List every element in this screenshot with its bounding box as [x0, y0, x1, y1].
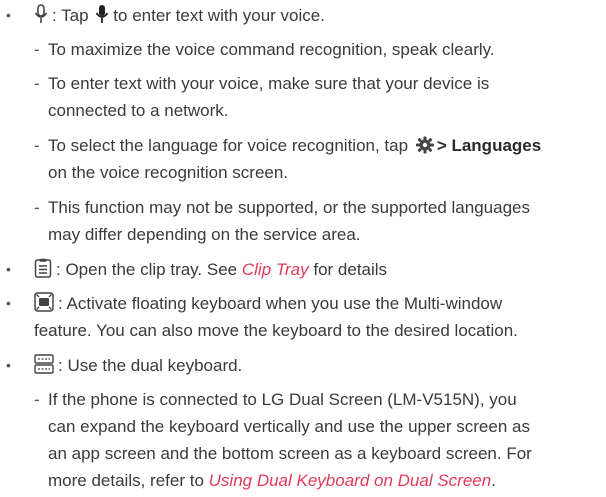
voice-item-prefix: : Tap	[52, 6, 89, 25]
subitem-line: If the phone is connected to LG Dual Scr…	[48, 390, 517, 409]
floating-keyboard-line: : Activate floating keyboard when you us…	[58, 294, 503, 313]
subitem-line: This function may not be supported, or t…	[48, 198, 530, 217]
languages-label: > Languages	[436, 136, 542, 155]
dash: -	[34, 390, 40, 409]
subitem-line: connected to a network.	[48, 101, 229, 120]
clip-tray-prefix: : Open the clip tray. See	[56, 260, 238, 279]
voice-item-suffix: to enter text with your voice.	[113, 6, 325, 25]
subitem-line: more details, refer to Using Dual Keyboa…	[48, 467, 604, 494]
subitem-text: more details, refer to	[48, 471, 204, 490]
gear-icon	[415, 136, 435, 154]
bullet: •	[6, 261, 11, 277]
clipboard-icon	[34, 258, 52, 278]
dash: -	[34, 136, 40, 155]
floating-keyboard-icon	[34, 292, 54, 312]
subitem-line: To maximize the voice command recognitio…	[48, 40, 495, 59]
subitem-line: can expand the keyboard vertically and u…	[48, 417, 530, 436]
bullet: •	[6, 295, 11, 311]
subitem-line: an app screen and the bottom screen as a…	[48, 444, 532, 463]
dual-keyboard-link[interactable]: Using Dual Keyboard on Dual Screen	[209, 471, 492, 490]
bullet: •	[6, 7, 11, 23]
subitem-text: To select the language for voice recogni…	[48, 136, 409, 155]
subitem-line: may differ depending on the service area…	[48, 225, 361, 244]
dash: -	[34, 198, 40, 217]
clip-tray-suffix: for details	[313, 260, 388, 279]
dual-keyboard-text: : Use the dual keyboard.	[58, 356, 243, 375]
subitem-text: .	[491, 471, 496, 490]
bullet: •	[6, 357, 11, 373]
floating-keyboard-line: feature. You can also move the keyboard …	[34, 321, 518, 340]
subitem-line: To select the language for voice recogni…	[48, 132, 604, 159]
subitem-line: on the voice recognition screen.	[48, 163, 289, 182]
subitem-line: To enter text with your voice, make sure…	[48, 74, 490, 93]
microphone-icon	[34, 4, 48, 24]
dash: -	[34, 74, 40, 93]
dash: -	[34, 40, 40, 59]
microphone-filled-icon	[95, 4, 109, 24]
clip-tray-link[interactable]: Clip Tray	[242, 260, 309, 279]
dual-keyboard-icon	[34, 354, 54, 374]
